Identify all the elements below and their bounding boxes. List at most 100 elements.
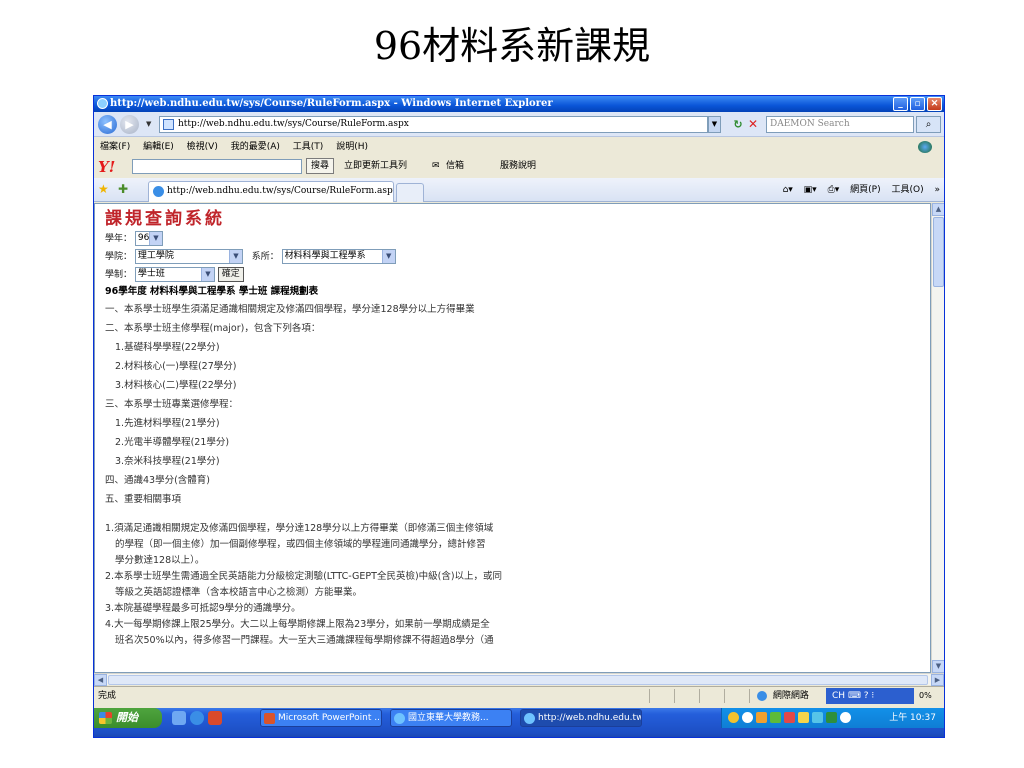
menu-file[interactable]: 檔案(F) — [100, 142, 130, 152]
table-title: 96學年度 材料科學與工程學系 學士班 課程規劃表 — [105, 286, 319, 297]
yahoo-search-button[interactable]: 搜尋 — [306, 158, 335, 174]
dept-select[interactable]: 材料科學與工程學系 ▼ — [281, 249, 396, 264]
slide-title: 96材料系新課規 — [373, 24, 651, 68]
scroll-down-icon[interactable]: ▼ — [932, 660, 944, 673]
tray-clock-icon[interactable] — [840, 712, 851, 723]
confirm-button[interactable]: 確定 — [217, 267, 244, 282]
minimize-button[interactable]: _ — [893, 97, 908, 111]
dept-value: 材料科學與工程學系 — [284, 251, 366, 261]
command-bar: ⌂▾ ▣▾ ⎙▾ 網頁(P) 工具(O) » — [775, 178, 940, 202]
forward-button[interactable]: ▶ — [120, 115, 139, 134]
close-button[interactable]: ✕ — [927, 97, 942, 111]
task-powerpoint[interactable]: Microsoft PowerPoint ... — [260, 709, 382, 727]
yahoo-help-link[interactable]: 服務說明 — [500, 156, 536, 176]
college-value: 理工學院 — [137, 251, 174, 261]
tray-app-icon[interactable] — [756, 712, 767, 723]
chevron-down-icon: ▼ — [148, 232, 162, 245]
menu-tools[interactable]: 工具(T) — [293, 142, 324, 152]
menu-view[interactable]: 檢視(V) — [187, 142, 218, 152]
menu-help[interactable]: 說明(H) — [336, 142, 368, 152]
add-favorites-icon[interactable]: ✚ — [118, 182, 128, 196]
note-line: 的學程（即一個主修）加一個副修學程，或四個主修領域的學程連同通識學分，總計修習 — [115, 539, 486, 550]
tray-messenger-icon[interactable] — [798, 712, 809, 723]
college-row: 學院： 理工學院 ▼ 系所： 材料科學與工程學系 ▼ — [105, 248, 930, 266]
tab-bar: ★ ✚ http://web.ndhu.edu.tw/sys/Course/Ru… — [94, 178, 944, 202]
windows-flag-icon — [99, 712, 112, 724]
menu-edit[interactable]: 編輯(E) — [143, 142, 174, 152]
quicklaunch-app-icon[interactable] — [208, 711, 222, 725]
page-content: 課規查詢系統 學年： 96 ▼ 學院： 理工學院 ▼ 系所： 材料科學與工程學系… — [94, 203, 931, 673]
scroll-right-icon[interactable]: ▶ — [931, 674, 944, 686]
back-button[interactable]: ◀ — [98, 115, 117, 134]
year-select[interactable]: 96 ▼ — [134, 231, 163, 246]
hscroll-thumb[interactable] — [108, 675, 928, 685]
scroll-left-icon[interactable]: ◀ — [94, 674, 107, 686]
task-ie-2[interactable]: http://web.ndhu.edu.tw... — [520, 709, 642, 727]
menu-favorites[interactable]: 我的最愛(A) — [231, 142, 280, 152]
dept-label: 系所： — [251, 252, 279, 262]
yahoo-search-input[interactable] — [132, 159, 302, 174]
note-line: 4.大一每學期修課上限25學分。大二以上每學期修課上限為23學分，如果前一學期成… — [105, 619, 490, 630]
note-line: 3.本院基礎學程最多可抵認9學分的通識學分。 — [105, 603, 301, 614]
college-select[interactable]: 理工學院 ▼ — [134, 249, 243, 264]
tab-active[interactable]: http://web.ndhu.edu.tw/sys/Course/RuleFo… — [148, 181, 394, 202]
task-label: Microsoft PowerPoint ... — [278, 713, 382, 723]
chevron-down-icon: ▼ — [200, 268, 214, 281]
task-label: 國立東華大學教務... — [408, 713, 489, 723]
window-titlebar[interactable]: http://web.ndhu.edu.tw/sys/Course/RuleFo… — [94, 96, 944, 112]
language-label: CH — [832, 691, 846, 701]
rule-line: 四、通識43學分(含體育) — [105, 475, 211, 486]
window-title: http://web.ndhu.edu.tw/sys/Course/RuleFo… — [110, 98, 553, 109]
url-text: http://web.ndhu.edu.tw/sys/Course/RuleFo… — [178, 119, 409, 129]
url-dropdown-icon[interactable]: ▼ — [708, 116, 721, 133]
start-button[interactable]: 開始 — [94, 708, 162, 728]
yahoo-update-link[interactable]: 立即更新工具列 — [344, 156, 407, 176]
feeds-icon[interactable]: ▣▾ — [804, 185, 817, 195]
zoom-level[interactable]: 0% — [919, 687, 932, 705]
system-select[interactable]: 學士班 ▼ — [134, 267, 215, 282]
scroll-up-icon[interactable]: ▲ — [932, 203, 944, 216]
quicklaunch-ie-icon[interactable] — [190, 711, 204, 725]
tray-volume-icon[interactable] — [826, 712, 837, 723]
tray-shield-icon[interactable] — [770, 712, 781, 723]
scroll-thumb[interactable] — [933, 217, 944, 287]
system-clock[interactable]: 上午 10:37 — [889, 708, 936, 728]
task-ie-1[interactable]: 國立東華大學教務... — [390, 709, 512, 727]
tray-network-icon[interactable] — [742, 712, 753, 723]
horizontal-scrollbar[interactable]: ◀ ▶ — [94, 673, 944, 686]
yahoo-mail-link[interactable]: 信箱 — [446, 156, 464, 176]
taskbar: 開始 Microsoft PowerPoint ... 國立東華大學教務... … — [94, 708, 944, 737]
quicklaunch-desktop-icon[interactable] — [172, 711, 186, 725]
page-heading: 課規查詢系統 — [105, 209, 225, 229]
tray-antivirus-icon[interactable] — [784, 712, 795, 723]
favorites-star-icon[interactable]: ★ — [98, 182, 109, 196]
refresh-icon[interactable]: ↻ — [730, 117, 746, 132]
task-label: http://web.ndhu.edu.tw... — [538, 713, 642, 723]
chevron-down-icon: ▼ — [228, 250, 242, 263]
rule-line: 2.光電半導體學程(21學分) — [115, 437, 230, 448]
tray-security-icon[interactable] — [728, 712, 739, 723]
tools-menu[interactable]: 工具(O) — [892, 185, 924, 195]
note-line: 班名次50%以內，得多修習一門課程。大一至大三通識課程每學期修課不得超過8學分（… — [115, 635, 494, 646]
chevron-right-icon[interactable]: » — [934, 185, 940, 195]
print-icon[interactable]: ⎙▾ — [828, 185, 840, 195]
chevron-down-icon: ▼ — [381, 250, 395, 263]
vertical-scrollbar[interactable]: ▲ ▼ — [931, 203, 944, 673]
maximize-button[interactable]: ▫ — [910, 97, 925, 111]
new-tab-button[interactable] — [396, 183, 424, 202]
page-icon — [163, 119, 174, 130]
search-icon[interactable]: ⌕ — [916, 116, 941, 133]
home-icon[interactable]: ⌂▾ — [783, 185, 793, 195]
url-input[interactable]: http://web.ndhu.edu.tw/sys/Course/RuleFo… — [159, 116, 708, 133]
yahoo-logo[interactable]: Y! — [98, 157, 115, 177]
security-zone: 網際網路 — [757, 687, 809, 705]
system-value: 學士班 — [137, 269, 165, 279]
year-value: 96 — [137, 233, 150, 243]
history-dropdown-icon[interactable]: ▼ — [146, 120, 151, 128]
page-menu[interactable]: 網頁(P) — [850, 185, 880, 195]
language-bar[interactable]: CH ⌨ ? ⁝ — [826, 688, 914, 704]
status-bar: 完成 網際網路 CH ⌨ ? ⁝ 0% — [94, 686, 944, 704]
stop-icon[interactable]: ✕ — [745, 117, 761, 132]
search-input[interactable]: DAEMON Search — [766, 116, 914, 133]
tray-monitor-icon[interactable] — [812, 712, 823, 723]
